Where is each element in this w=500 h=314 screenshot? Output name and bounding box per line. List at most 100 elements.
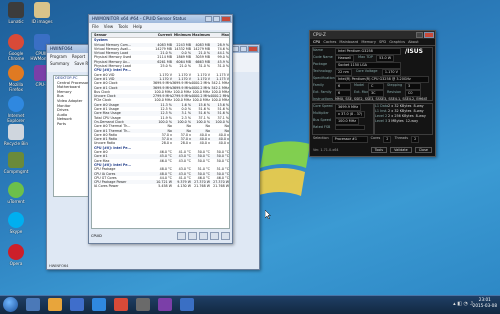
internet-explorer-icon bbox=[8, 96, 24, 112]
label-technology: Technology bbox=[313, 69, 332, 73]
status-bar: HWINFO64 bbox=[49, 264, 69, 268]
clocks-group: Core Speed 3699.9 MHz Multiplier x 37.0 (8… bbox=[312, 103, 374, 135]
label-rated-fsb: Rated FSB bbox=[313, 125, 331, 129]
taskbar-item-folder[interactable] bbox=[48, 298, 62, 311]
core-speed: 3699.9 MHz bbox=[335, 104, 362, 111]
desktop-icon-lunatic[interactable]: Lunatic bbox=[3, 2, 29, 38]
close-button[interactable] bbox=[248, 46, 258, 52]
label-selection: Selection bbox=[313, 136, 329, 140]
maximize-button[interactable] bbox=[240, 46, 247, 52]
version-label: Ver. 1.71.0.x64 bbox=[313, 148, 339, 152]
minimize-button[interactable] bbox=[205, 16, 212, 22]
multiplier: x 37.0 (8 - 37) bbox=[335, 111, 366, 118]
menu-item-report[interactable]: Report bbox=[72, 54, 85, 59]
desktop-icon-opera[interactable]: Opera bbox=[3, 244, 29, 280]
cell-sensor: IA Cores Power bbox=[94, 184, 119, 189]
sensor-table[interactable]: Sensor Current Minimum Maximum Max Syste… bbox=[91, 32, 230, 229]
code-name: Haswell bbox=[335, 55, 355, 62]
cores-value: 2 bbox=[383, 136, 392, 143]
cache-group: L1 Data 2 x 32 KBytes 8-way L1 Inst. 2 x 32… bbox=[374, 103, 433, 135]
clear-button[interactable] bbox=[199, 232, 208, 240]
compmgmt-icon bbox=[8, 152, 24, 168]
clock-date: 2015-03-08 bbox=[472, 303, 497, 308]
tab-bar: CPU Caches Mainboard Memory SPD Graphics… bbox=[310, 39, 435, 46]
desktop-icon-label: Opera bbox=[9, 261, 23, 266]
save-button[interactable] bbox=[188, 232, 197, 240]
revision: C0 bbox=[405, 90, 421, 97]
taskbar-item-media[interactable] bbox=[70, 298, 84, 311]
window-controls bbox=[205, 16, 231, 22]
label-bus-speed: Bus Speed bbox=[313, 118, 331, 122]
menu-item-view[interactable]: View bbox=[104, 24, 114, 29]
taskbar-item-explorer[interactable] bbox=[26, 298, 40, 311]
header-maximum[interactable]: Maximum bbox=[191, 33, 210, 37]
taskbar-item-cpuz[interactable] bbox=[158, 298, 172, 311]
tab-about[interactable]: About bbox=[408, 40, 419, 44]
desktop-icon-skype[interactable]: Skype bbox=[3, 212, 29, 248]
tab-graphics[interactable]: Graphics bbox=[389, 40, 405, 44]
cell-maximum: 21.768 W bbox=[194, 184, 210, 189]
tray-clock[interactable]: 23:01 2015-03-08 bbox=[473, 297, 497, 309]
menu-item-tools[interactable]: Tools bbox=[118, 24, 128, 29]
header-current[interactable]: Current bbox=[153, 33, 172, 37]
ext-family: 6 bbox=[335, 90, 351, 97]
summary-button[interactable]: Summary bbox=[50, 61, 69, 71]
taskbar: ▴ ◧ ◔ ♫ 23:01 2015-03-08 bbox=[0, 295, 500, 314]
core-voltage: 1.170 V bbox=[381, 69, 401, 76]
close-button[interactable]: Close bbox=[414, 147, 432, 153]
menu-item-program[interactable]: Program bbox=[50, 54, 67, 59]
tab-spd[interactable]: SPD bbox=[379, 40, 386, 44]
menu-bar: File View Tools Help bbox=[89, 23, 232, 30]
monitor-button[interactable] bbox=[221, 232, 230, 240]
graph-button[interactable] bbox=[177, 232, 186, 240]
bus-speed: 100.0 MHz bbox=[335, 118, 360, 125]
tab-mainboard[interactable]: Mainboard bbox=[339, 40, 358, 44]
validate-button[interactable]: Validate bbox=[390, 147, 412, 153]
label-level-3: Level 3 bbox=[375, 119, 388, 123]
close-button[interactable] bbox=[424, 32, 434, 38]
selection-row: Selection Processor #1 Cores 2 Threads 2 bbox=[313, 136, 420, 143]
tray-icons[interactable]: ▴ ◧ ◔ ♫ bbox=[453, 301, 474, 307]
instructions: MMX, SSE, SSE2, SSE3, SSSE3, SSE4.1, SSE… bbox=[335, 97, 427, 101]
mouse-cursor bbox=[265, 210, 271, 219]
hwmonitor-window[interactable]: HWMONITOR x64 #64 - CPUID Sensor Status … bbox=[88, 14, 233, 244]
desktop-icon-label: Internet Explorer bbox=[7, 113, 25, 123]
desktop-icon-label: Skype bbox=[9, 229, 23, 234]
header-max[interactable]: Max bbox=[210, 33, 229, 37]
label-core-speed: Core Speed bbox=[313, 104, 333, 108]
tab-memory[interactable]: Memory bbox=[361, 40, 376, 44]
firefox-icon bbox=[8, 65, 24, 81]
close-button[interactable] bbox=[221, 16, 231, 22]
label-multiplier: Multiplier bbox=[313, 111, 329, 115]
window-titlebar[interactable]: CPU-Z bbox=[310, 31, 435, 39]
taskbar-item-ie[interactable] bbox=[92, 298, 106, 311]
label-specification: Specification bbox=[313, 76, 335, 80]
tab-caches[interactable]: Caches bbox=[323, 40, 336, 44]
tools-button[interactable]: Tools bbox=[370, 147, 388, 153]
settings-button[interactable] bbox=[210, 232, 219, 240]
maximize-button[interactable] bbox=[213, 16, 220, 22]
header-sensor[interactable]: Sensor bbox=[92, 33, 153, 37]
window-title: CPU-Z bbox=[313, 32, 326, 37]
ext-model: 3C bbox=[368, 90, 384, 97]
cpuz-window[interactable]: CPU-Z CPU Caches Mainboard Memory SPD Gr… bbox=[309, 30, 436, 157]
taskbar-item-chrome[interactable] bbox=[114, 298, 128, 311]
processor-name: Intel Pentium G3258 bbox=[335, 48, 401, 55]
tab-cpu[interactable]: CPU bbox=[313, 40, 320, 44]
label-code-name: Code Name bbox=[313, 55, 333, 59]
minimize-button[interactable] bbox=[232, 46, 239, 52]
menu-item-file[interactable]: File bbox=[92, 24, 99, 29]
taskbar-item-hwmonitor[interactable] bbox=[180, 298, 194, 311]
menu-item-help[interactable]: Help bbox=[133, 24, 142, 29]
desktop-icon-id-images[interactable]: ID images bbox=[29, 2, 55, 38]
opera-icon bbox=[8, 244, 24, 260]
desktop-icon-label: Google Chrome bbox=[7, 51, 25, 61]
window-titlebar[interactable]: HWMONITOR x64 #64 - CPUID Sensor Status bbox=[89, 15, 232, 23]
table-row[interactable]: IA Cores Power 5.458 W 4.130 W 21.768 W 21.7… bbox=[92, 184, 229, 188]
minimize-button[interactable] bbox=[416, 32, 423, 38]
processor-select[interactable]: Processor #1 bbox=[331, 136, 368, 143]
start-button[interactable] bbox=[3, 297, 18, 312]
header-minimum[interactable]: Minimum bbox=[172, 33, 191, 37]
label-max-tdp: Max TDP bbox=[358, 55, 373, 59]
taskbar-item-hwinfo[interactable] bbox=[136, 298, 150, 311]
